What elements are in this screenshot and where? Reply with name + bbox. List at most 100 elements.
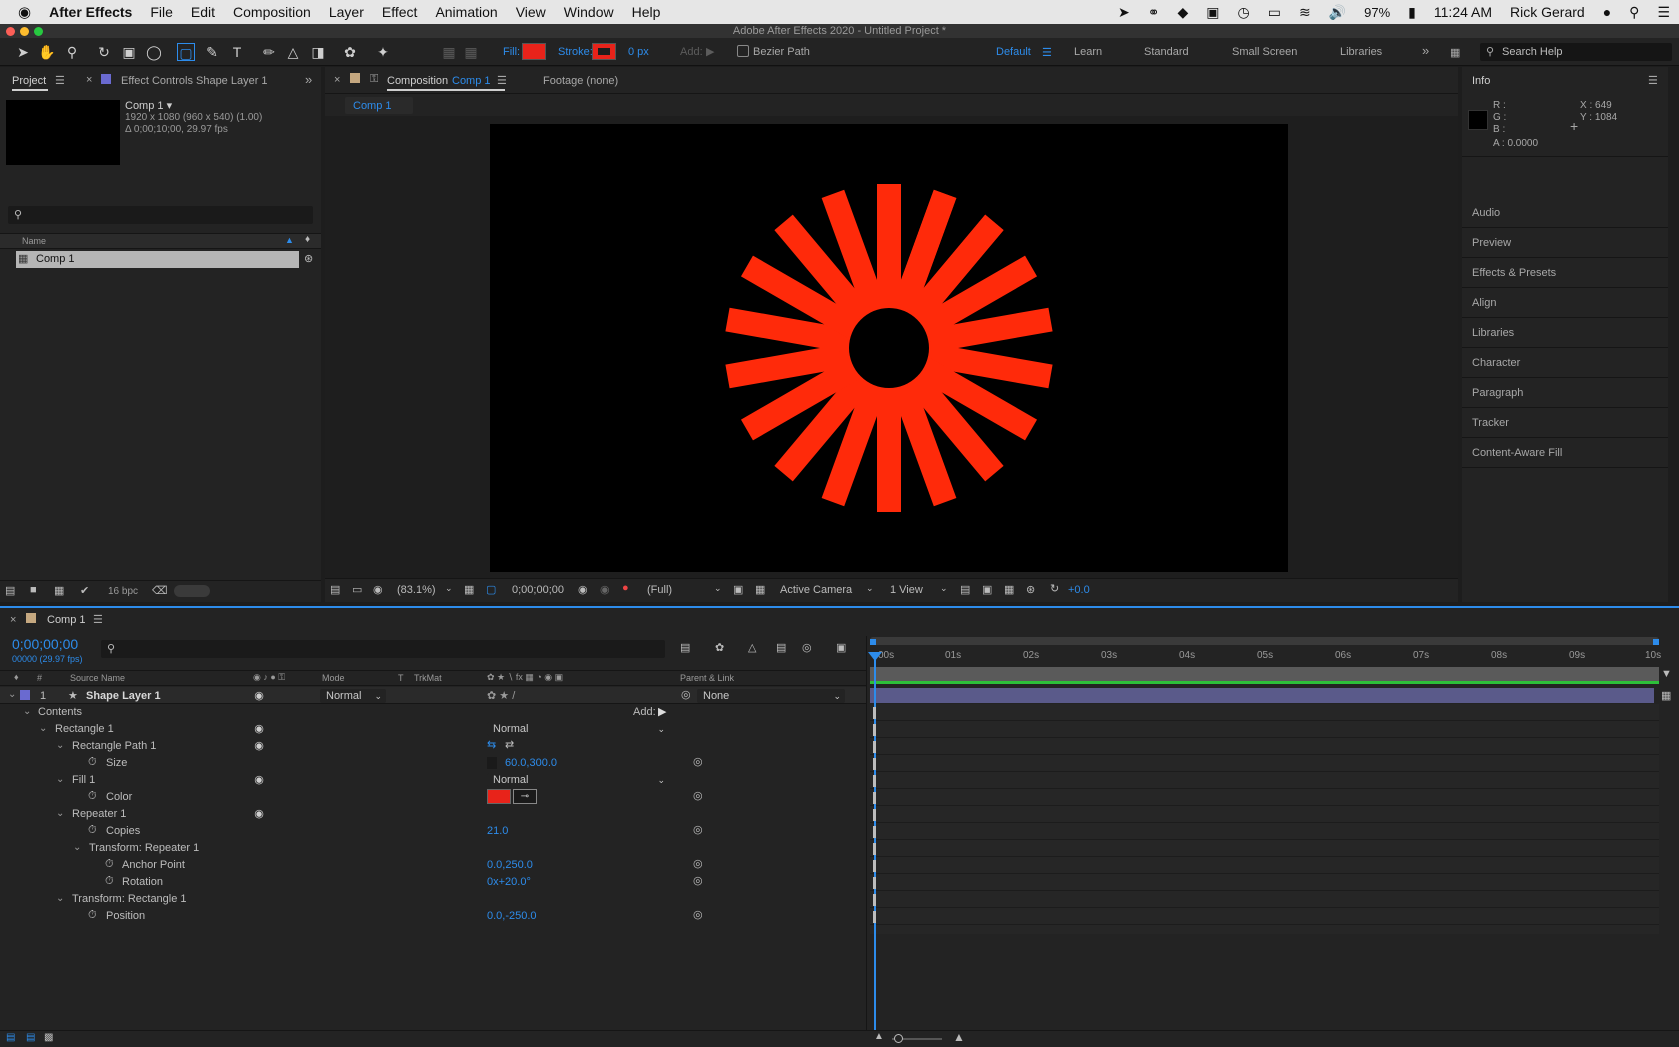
flowchart-icon[interactable]: ⊛ xyxy=(1026,583,1035,596)
menu-view[interactable]: View xyxy=(507,4,555,20)
layer-comp-icon[interactable]: ▦ xyxy=(1661,689,1671,702)
time-machine-icon[interactable]: ◷ xyxy=(1229,4,1259,21)
breadcrumb-comp[interactable]: Comp 1 xyxy=(353,100,392,112)
workspace-small-screen[interactable]: Small Screen xyxy=(1232,46,1297,58)
close-tab-icon[interactable]: × xyxy=(86,74,92,86)
show-snapshot-icon[interactable]: ◉ xyxy=(600,583,610,596)
stopwatch-icon[interactable]: ⏱ xyxy=(88,756,97,769)
resolution-dropdown[interactable]: (Full) xyxy=(647,584,672,596)
eye-icon[interactable]: ◉ xyxy=(253,774,265,786)
workspace-learn[interactable]: Learn xyxy=(1074,46,1102,58)
starburst-shape[interactable] xyxy=(490,124,1288,572)
rotation-tool-icon[interactable]: ↻ xyxy=(95,43,113,61)
col-number[interactable]: # xyxy=(37,673,42,683)
prop-transform-repeater[interactable]: Transform: Repeater 1 xyxy=(89,842,199,854)
delete-icon[interactable]: ⌫ xyxy=(152,584,168,597)
prop-color[interactable]: Color xyxy=(106,791,132,803)
fill-blend-dropdown[interactable]: Normal ⌄ xyxy=(487,773,669,787)
new-composition-icon[interactable]: ▦ xyxy=(54,584,64,597)
breadcrumb[interactable]: Comp 1 xyxy=(345,97,413,114)
chevron-down-icon[interactable]: ⌄ xyxy=(714,583,722,594)
menu-help[interactable]: Help xyxy=(623,4,670,20)
expression-pickwhip-icon[interactable]: ◎ xyxy=(693,857,703,870)
menu-composition[interactable]: Composition xyxy=(224,4,320,20)
prop-fill-1[interactable]: Fill 1 xyxy=(72,774,95,786)
airplay-icon[interactable]: ▭ xyxy=(1259,4,1290,21)
thumbnail-slider[interactable] xyxy=(174,585,210,597)
anchor-point-value[interactable]: 0.0,250.0 xyxy=(487,859,533,871)
camera-tool-icon[interactable]: ▣ xyxy=(120,43,138,61)
stopwatch-icon[interactable]: ⏱ xyxy=(105,858,114,871)
clock-text[interactable]: 11:24 AM xyxy=(1425,4,1501,20)
panel-menu-icon[interactable]: ☰ xyxy=(93,613,103,626)
tool-option-icon[interactable]: ▦ xyxy=(440,43,458,61)
notification-center-icon[interactable]: ☰ xyxy=(1648,4,1679,21)
location-icon[interactable]: ➤ xyxy=(1109,4,1139,21)
col-parent-link[interactable]: Parent & Link xyxy=(680,673,734,683)
layer-switch-icons[interactable]: ✿ ★ / xyxy=(487,689,515,702)
add-arrow-icon[interactable]: ▶ xyxy=(706,45,714,58)
comp-name[interactable]: Comp 1 ▾ xyxy=(125,99,172,112)
workspace-menu-icon[interactable]: ☰ xyxy=(1042,46,1052,59)
bit-depth-button[interactable]: 16 bpc xyxy=(100,586,146,597)
panel-menu-icon[interactable]: ☰ xyxy=(55,74,65,87)
motion-blur-icon[interactable]: ◎ xyxy=(802,641,812,654)
col-mode[interactable]: Mode xyxy=(322,673,345,683)
eye-icon[interactable]: ◉ xyxy=(253,690,265,702)
name-column-header[interactable]: Name xyxy=(22,236,46,246)
menu-file[interactable]: File xyxy=(141,4,182,20)
eraser-tool-icon[interactable]: ◨ xyxy=(309,43,327,61)
work-area-bar[interactable] xyxy=(870,637,1659,645)
timeline-search-input[interactable]: ⚲ xyxy=(101,640,665,658)
new-folder-icon[interactable]: ■ xyxy=(30,584,37,596)
tool-option-2-icon[interactable]: ▦ xyxy=(462,43,480,61)
composition-viewer[interactable] xyxy=(490,124,1288,572)
transparency-grid-icon[interactable]: ▦ xyxy=(755,583,765,596)
keyframe-navigator[interactable] xyxy=(873,860,876,872)
tab-effect-controls[interactable]: Effect Controls Shape Layer 1 xyxy=(121,75,268,87)
chevron-down-icon[interactable]: ⌄ xyxy=(39,723,47,734)
zoom-slider-handle[interactable] xyxy=(894,1034,903,1043)
zoom-tool-icon[interactable]: ⚲ xyxy=(63,43,81,61)
layer-label-color[interactable] xyxy=(20,690,30,700)
menu-window[interactable]: Window xyxy=(555,4,623,20)
comp-button-icon[interactable]: ▼ xyxy=(1661,668,1672,680)
in-out-toggle-icon[interactable]: ▩ xyxy=(44,1032,53,1043)
pen-tool-icon[interactable]: ✎ xyxy=(203,43,221,61)
zoom-level[interactable]: (83.1%) xyxy=(397,584,436,596)
spotlight-icon[interactable]: ⚲ xyxy=(1620,4,1648,21)
col-t[interactable]: T xyxy=(398,673,404,683)
add-arrow-icon[interactable]: ▶ xyxy=(658,705,666,718)
panel-audio[interactable]: Audio xyxy=(1462,198,1668,228)
prop-copies[interactable]: Copies xyxy=(106,825,140,837)
prop-contents[interactable]: Contents xyxy=(38,706,82,718)
position-value[interactable]: 0.0,-250.0 xyxy=(487,910,537,922)
keyframe-navigator[interactable] xyxy=(873,792,876,804)
prop-transform-rectangle[interactable]: Transform: Rectangle 1 xyxy=(72,893,187,905)
brush-tool-icon[interactable]: ✏ xyxy=(260,43,278,61)
prop-size[interactable]: Size xyxy=(106,757,127,769)
sort-ascending-icon[interactable]: ▲ xyxy=(285,235,294,245)
menu-layer[interactable]: Layer xyxy=(320,4,373,20)
interpret-footage-icon[interactable]: ▤ xyxy=(5,584,15,597)
keyframe-navigator[interactable] xyxy=(873,877,876,889)
keyframe-navigator[interactable] xyxy=(873,775,876,787)
always-preview-icon[interactable]: ▤ xyxy=(330,583,340,596)
tab-timeline-comp[interactable]: Comp 1 xyxy=(47,614,86,626)
flowchart-icon[interactable]: ⊛ xyxy=(304,252,313,265)
tab-composition-prefix[interactable]: Composition xyxy=(387,75,448,87)
panel-effects-presets[interactable]: Effects & Presets xyxy=(1462,258,1668,288)
keyframe-navigator[interactable] xyxy=(873,707,876,719)
keyframe-navigator[interactable] xyxy=(873,724,876,736)
chevron-down-icon[interactable]: ⌄ xyxy=(73,842,81,853)
dropbox-icon[interactable]: ◆ xyxy=(1169,4,1198,21)
chevron-down-icon[interactable]: ⌄ xyxy=(23,706,31,717)
expand-panels-icon[interactable]: » xyxy=(305,72,312,87)
bezier-path-checkbox[interactable] xyxy=(737,45,749,57)
frame-blending-icon[interactable]: ▤ xyxy=(776,641,786,654)
battery-text[interactable]: 97% xyxy=(1355,5,1399,20)
chevron-down-icon[interactable]: ⌄ xyxy=(445,583,453,594)
panel-layout-icon[interactable]: ▦ xyxy=(1450,46,1460,59)
chevron-down-icon[interactable]: ⌄ xyxy=(56,740,64,751)
prop-rotation[interactable]: Rotation xyxy=(122,876,163,888)
